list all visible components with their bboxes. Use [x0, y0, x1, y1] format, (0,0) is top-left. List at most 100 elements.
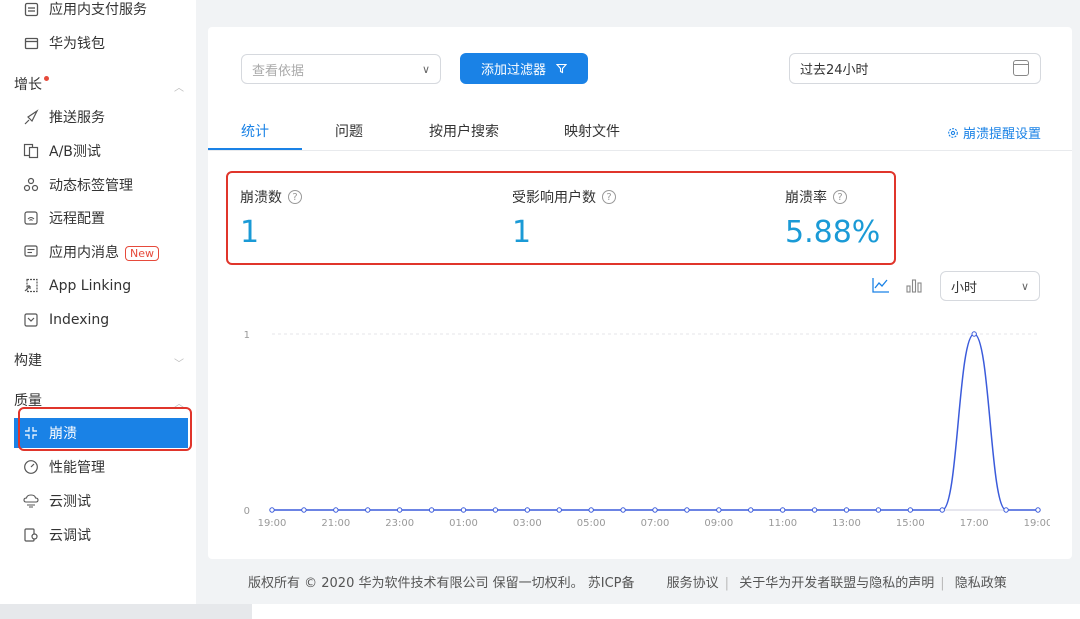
active-tab-indicator: [208, 148, 302, 150]
chevron-down-icon: ∨: [421, 62, 430, 76]
sidebar-item-iap[interactable]: 应用内支付服务: [0, 0, 196, 24]
remote-config-icon: [22, 209, 40, 227]
footer-separator: |: [724, 576, 730, 591]
footer-link-privacy-policy[interactable]: 隐私政策: [955, 576, 1007, 591]
sidebar: 应用内支付服务 华为钱包 增长 ︿ 推送服务 A/B测试 动态标签管理 远程配置…: [0, 0, 196, 604]
line-chart-toggle-icon[interactable]: [872, 277, 890, 293]
x-tick-label: 19:00: [1024, 518, 1050, 529]
add-filter-label: 添加过滤器: [480, 63, 546, 78]
help-icon[interactable]: ?: [833, 190, 847, 204]
x-tick-label: 19:00: [258, 518, 287, 529]
help-icon[interactable]: ?: [602, 190, 616, 204]
sidebar-item-in-app-message[interactable]: 应用内消息 New: [0, 237, 196, 267]
indexing-icon: [22, 311, 40, 329]
sidebar-item-performance[interactable]: 性能管理: [0, 452, 196, 482]
app-root: 应用内支付服务 华为钱包 增长 ︿ 推送服务 A/B测试 动态标签管理 远程配置…: [0, 0, 1080, 619]
filter-icon: [556, 63, 567, 74]
x-tick-label: 11:00: [768, 518, 797, 529]
data-point: [556, 507, 562, 513]
data-point: [396, 507, 403, 513]
chevron-down-icon: ∨: [1020, 279, 1029, 293]
sidebar-item-wallet[interactable]: 华为钱包: [0, 28, 196, 58]
x-tick-label: 23:00: [385, 518, 414, 529]
metric-name: 崩溃率: [785, 190, 827, 206]
data-point: [524, 507, 531, 513]
time-unit-value: 小时: [951, 280, 978, 296]
sidebar-group-build[interactable]: 构建 ﹀: [14, 350, 184, 370]
sidebar-item-indexing[interactable]: Indexing: [0, 305, 196, 335]
bar-chart-toggle-icon[interactable]: [905, 277, 923, 293]
data-point: [588, 507, 594, 513]
metric-value: 5.88%: [785, 215, 881, 250]
metric-affected-users: 受影响用户数? 1: [512, 187, 616, 250]
chevron-down-icon: ﹀: [174, 359, 184, 370]
gear-icon: [948, 127, 958, 138]
data-point: [971, 331, 977, 337]
group-label: 构建: [14, 353, 42, 369]
sidebar-item-label: 性能管理: [49, 460, 105, 476]
date-range-picker[interactable]: 过去24小时: [789, 53, 1041, 84]
x-tick-label: 13:00: [832, 518, 861, 529]
bottom-panel: [0, 604, 1080, 619]
data-point: [875, 507, 882, 513]
add-filter-button[interactable]: 添加过滤器: [460, 53, 588, 84]
x-tick-label: 09:00: [704, 518, 733, 529]
group-label: 增长: [14, 77, 42, 93]
metric-value: 1: [240, 215, 260, 250]
footer-link-terms[interactable]: 服务协议: [667, 576, 719, 591]
sidebar-item-label: A/B测试: [49, 144, 101, 160]
tab-search-by-user[interactable]: 按用户搜索: [429, 121, 499, 141]
help-icon[interactable]: ?: [288, 190, 302, 204]
sidebar-item-ab-test[interactable]: A/B测试: [0, 136, 196, 166]
new-badge: New: [125, 246, 159, 261]
footer: 版权所有 © 2020 华为软件技术有限公司 保留一切权利。 苏ICP备 服务协…: [248, 572, 1013, 591]
metric-crash-rate: 崩溃率? 5.88%: [785, 187, 880, 250]
x-tick-label: 07:00: [641, 518, 670, 529]
sidebar-item-label: 云调试: [49, 528, 91, 544]
chevron-up-icon: ︿: [174, 83, 184, 94]
sidebar-item-cloud-debug[interactable]: 云调试: [0, 520, 196, 550]
copyright-text: 版权所有 © 2020 华为软件技术有限公司 保留一切权利。 苏ICP备: [248, 576, 635, 591]
data-point: [620, 507, 626, 513]
sidebar-item-tags[interactable]: 动态标签管理: [0, 170, 196, 200]
view-basis-placeholder: 查看依据: [252, 63, 305, 79]
sidebar-item-cloud-test[interactable]: 云测试: [0, 486, 196, 516]
x-tick-label: 05:00: [577, 518, 606, 529]
time-unit-select[interactable]: 小时 ∨: [940, 271, 1040, 301]
tab-bar: 统计 问题 按用户搜索 映射文件 崩溃提醒设置: [208, 115, 1072, 151]
tab-statistics[interactable]: 统计: [241, 121, 269, 141]
x-tick-label: 01:00: [449, 518, 478, 529]
tab-issues[interactable]: 问题: [335, 121, 363, 141]
data-point: [811, 507, 818, 513]
crash-alert-settings-label: 崩溃提醒设置: [962, 127, 1041, 142]
data-point: [365, 507, 371, 513]
data-point: [716, 507, 722, 513]
tab-mapping-files[interactable]: 映射文件: [564, 121, 620, 141]
sidebar-item-remote-config[interactable]: 远程配置: [0, 203, 196, 233]
data-point: [939, 507, 945, 513]
link-icon: [22, 277, 40, 295]
sidebar-item-app-linking[interactable]: App Linking: [0, 271, 196, 301]
data-point: [1003, 507, 1009, 513]
ab-test-icon: [22, 142, 40, 160]
payment-icon: [22, 0, 40, 18]
data-point: [748, 507, 754, 513]
sidebar-group-growth[interactable]: 增长 ︿: [14, 74, 184, 94]
metric-crash-count: 崩溃数? 1: [240, 187, 302, 250]
highlight-box: [18, 407, 192, 451]
series-line: [272, 333, 1038, 511]
sidebar-item-label: App Linking: [49, 278, 132, 294]
cloud-debug-icon: [22, 526, 40, 544]
sidebar-item-push[interactable]: 推送服务: [0, 102, 196, 132]
view-basis-select[interactable]: 查看依据 ∨: [241, 54, 441, 84]
data-point: [492, 507, 499, 513]
date-range-value: 过去24小时: [800, 63, 869, 78]
notification-dot: [44, 75, 49, 81]
footer-link-privacy-statement[interactable]: 关于华为开发者联盟与隐私的声明: [739, 576, 934, 591]
sidebar-item-label: 云测试: [49, 494, 91, 510]
tag-icon: [22, 176, 40, 194]
data-point: [460, 507, 467, 513]
sidebar-item-label: 应用内支付服务: [49, 2, 147, 18]
wallet-icon: [22, 34, 40, 52]
crash-alert-settings-link[interactable]: 崩溃提醒设置: [947, 123, 1041, 142]
